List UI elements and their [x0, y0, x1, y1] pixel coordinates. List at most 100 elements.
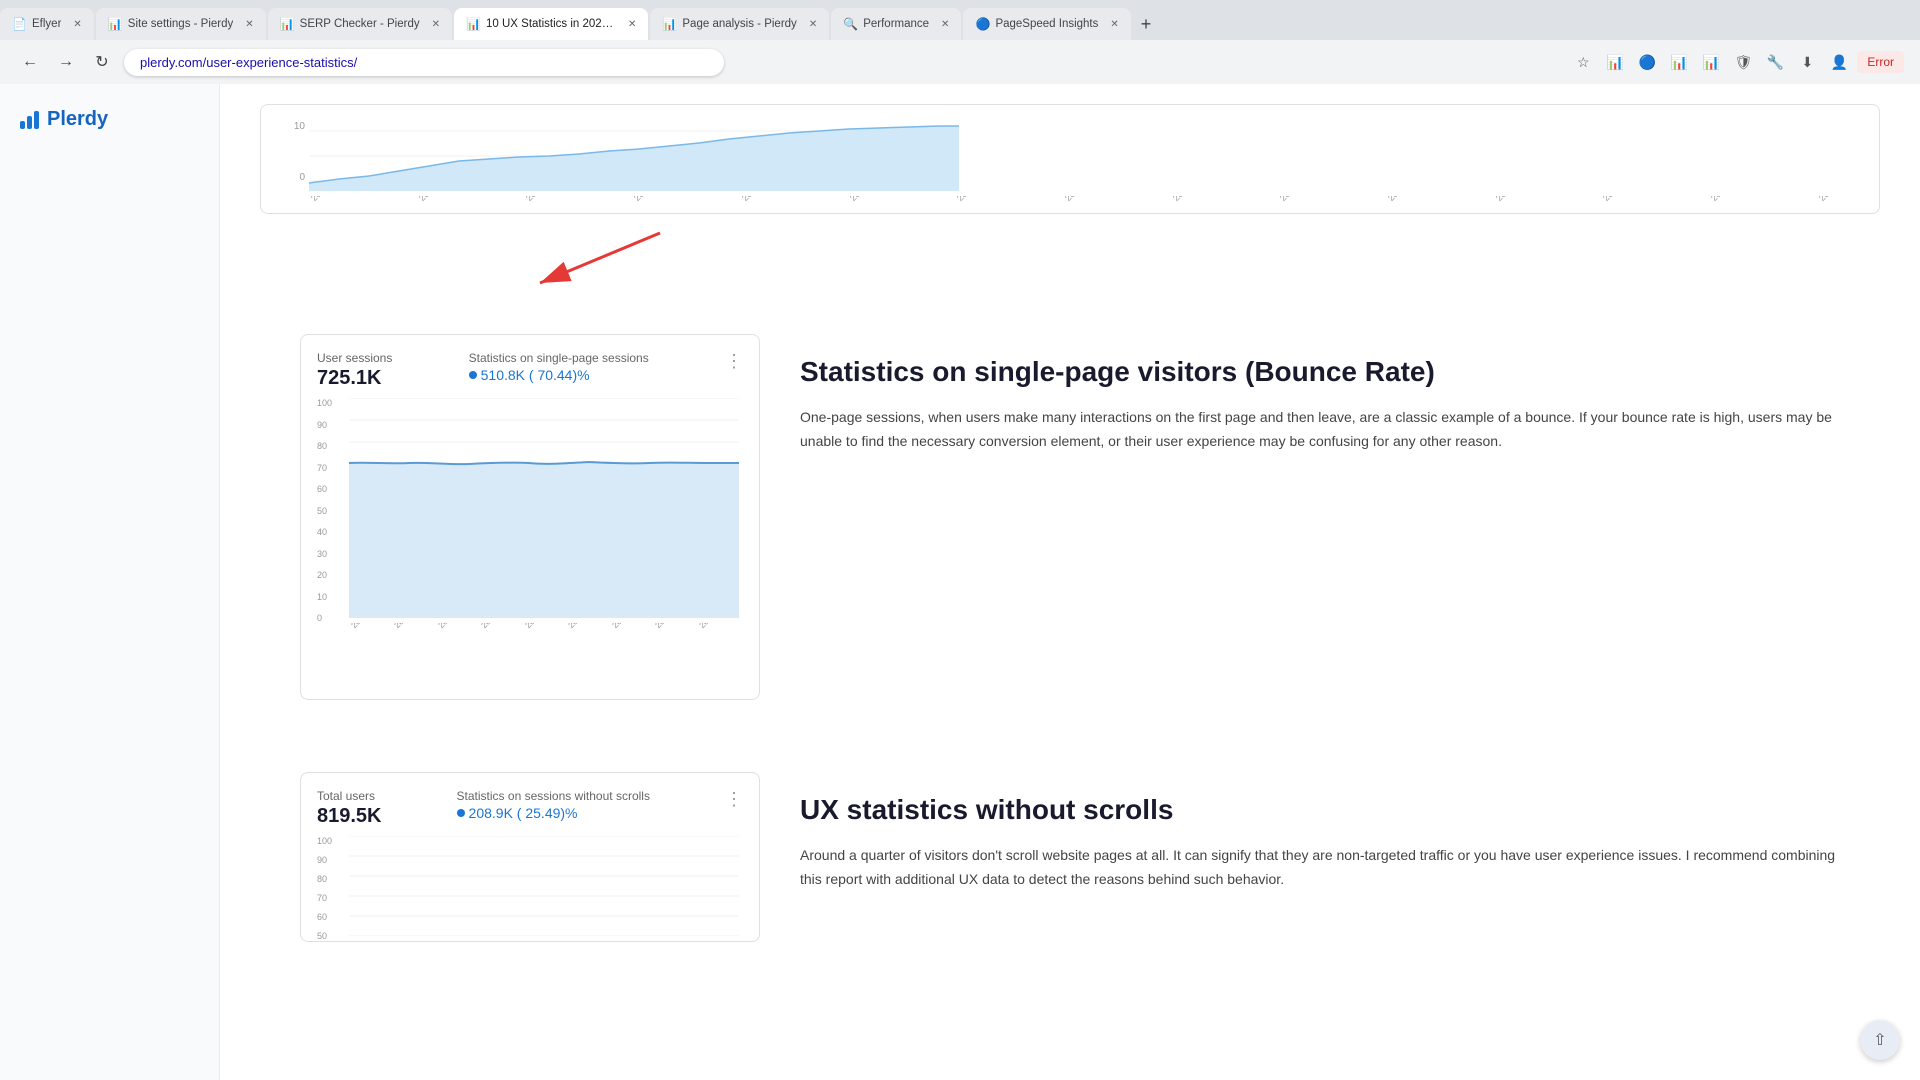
bookmark-icon[interactable]: ☆: [1569, 48, 1597, 76]
bounce-stat2-label: Statistics on single-page sessions: [469, 351, 649, 365]
top-x-label-6: 2024-06-28: [955, 196, 1026, 214]
bounce-y-60: 60: [317, 484, 345, 494]
bounce-chart-menu[interactable]: ⋮: [725, 351, 743, 372]
forward-button[interactable]: →: [52, 48, 80, 76]
top-x-label-11: 2024-07-08: [1494, 196, 1565, 214]
bounce-y-20: 20: [317, 570, 345, 580]
bounce-stat2-value: 510.8K ( 70.44)%: [469, 367, 649, 383]
bounce-chart-stat1: User sessions 725.1K: [317, 351, 392, 390]
ns-y-90: 90: [317, 855, 345, 865]
no-scrolls-stat2-value: 208.9K ( 25.49)%: [457, 805, 650, 821]
tab-site-settings-close[interactable]: ✕: [245, 19, 253, 30]
back-button[interactable]: ←: [16, 48, 44, 76]
tab-eflyer-close[interactable]: ✕: [73, 19, 81, 30]
no-scrolls-title: UX statistics without scrolls: [800, 792, 1840, 828]
bounce-stat2-text: 510.8K ( 70.44)%: [481, 367, 590, 383]
bounce-y-30: 30: [317, 549, 345, 559]
bounce-y-70: 70: [317, 463, 345, 473]
top-x-label-2: 2024-06-20: [524, 196, 595, 214]
top-chart-area: [309, 126, 959, 191]
no-scrolls-svg: [349, 836, 739, 936]
serp-favicon: 📊: [280, 17, 294, 31]
scroll-to-top-button[interactable]: ⇧: [1860, 1020, 1900, 1060]
bounce-y-80: 80: [317, 441, 345, 451]
download-icon[interactable]: ⬇: [1793, 48, 1821, 76]
toolbar-right: ☆ 📊 🔵 📊 📊 🛡 🔧 ⬇ 👤 Error: [1569, 48, 1904, 76]
error-button[interactable]: Error: [1857, 51, 1904, 73]
plerdy-ext2-icon[interactable]: 📊: [1665, 48, 1693, 76]
tab-serp-label: SERP Checker - Pierdy: [300, 18, 420, 30]
profile-icon[interactable]: 👤: [1825, 48, 1853, 76]
tab-site-settings-label: Site settings - Pierdy: [128, 18, 233, 30]
top-x-label-7: 2024-06-30: [1063, 196, 1134, 214]
no-scrolls-chart-card: Total users 819.5K Statistics on session…: [300, 772, 760, 942]
bounce-rate-description: One-page sessions, when users make many …: [800, 406, 1840, 454]
tab-ux-close[interactable]: ✕: [628, 19, 636, 30]
browser-chrome: 📄 Eflyer ✕ 📊 Site settings - Pierdy ✕ 📊 …: [0, 0, 1920, 84]
logo-bars-icon: [20, 111, 39, 129]
bar2: [27, 116, 32, 129]
top-chart-y-10: 10: [277, 121, 305, 132]
top-x-label-8: 2024-07-02: [1171, 196, 1242, 214]
tab-page-analysis-close[interactable]: ✕: [809, 19, 817, 30]
top-chart-svg-area: 2024-06-16 2024-06-18 2024-06-20 2024-06…: [309, 121, 1863, 214]
tab-pagespeed[interactable]: 🔵 PageSpeed Insights ✕: [963, 8, 1130, 40]
tab-eflyer-label: Eflyer: [32, 18, 61, 30]
top-chart-y-0: 0: [277, 172, 305, 183]
bounce-x-labels: 2024-06-16 2024-06-18 2024-06-20 2024-06…: [349, 623, 739, 683]
no-scrolls-stat1: Total users 819.5K: [317, 789, 382, 828]
tab-serp-close[interactable]: ✕: [432, 19, 440, 30]
plerdy-logo[interactable]: Plerdy: [20, 108, 199, 131]
no-scrolls-chart-col: Total users 819.5K Statistics on session…: [300, 772, 760, 966]
bounce-chart-svg-wrap: 2024-06-16 2024-06-18 2024-06-20 2024-06…: [349, 398, 743, 683]
bounce-rate-chart-card: User sessions 725.1K Statistics on singl…: [300, 334, 760, 700]
ext-puzzle-icon[interactable]: 🔧: [1761, 48, 1789, 76]
top-chart-card: 10 0: [260, 104, 1880, 214]
main-content: 10 0: [220, 84, 1920, 1080]
top-x-label-13: 2024-07-12: [1709, 196, 1780, 214]
site-settings-favicon: 📊: [108, 17, 122, 31]
tab-ux-statistics[interactable]: 📊 10 UX Statistics in 2024 – Pi... ✕: [454, 8, 648, 40]
url-input[interactable]: [124, 49, 724, 76]
page-analysis-favicon: 📊: [662, 17, 676, 31]
bounce-y-labels: 100 90 80 70 60 50 40 30 20 10 0: [317, 398, 345, 683]
top-chart-x-labels: 2024-06-16 2024-06-18 2024-06-20 2024-06…: [309, 196, 1863, 214]
top-x-label-3: 2024-06-22: [632, 196, 703, 214]
no-scrolls-text-col: UX statistics without scrolls Around a q…: [800, 772, 1840, 892]
performance-favicon: 🔍: [843, 17, 857, 31]
reload-button[interactable]: ↻: [88, 48, 116, 76]
bounce-y-40: 40: [317, 527, 345, 537]
tab-pagespeed-close[interactable]: ✕: [1110, 19, 1118, 30]
no-scrolls-chart-area: 100 90 80 70 60 50: [317, 836, 743, 941]
bounce-y-100: 100: [317, 398, 345, 408]
tab-page-analysis[interactable]: 📊 Page analysis - Pierdy ✕: [650, 8, 829, 40]
bounce-chart-stat2: Statistics on single-page sessions 510.8…: [469, 351, 649, 383]
no-scrolls-stat-dot: [457, 809, 465, 817]
bounce-chart-svg: [349, 398, 739, 618]
arrow-container: [260, 238, 1880, 308]
no-scrolls-section: Total users 819.5K Statistics on session…: [260, 756, 1880, 982]
no-scrolls-chart-menu[interactable]: ⋮: [725, 789, 743, 810]
tab-serp-checker[interactable]: 📊 SERP Checker - Pierdy ✕: [268, 8, 452, 40]
bar1: [20, 121, 25, 129]
shield-icon[interactable]: 🛡: [1729, 48, 1757, 76]
tab-bar: 📄 Eflyer ✕ 📊 Site settings - Pierdy ✕ 📊 …: [0, 0, 1920, 40]
tab-eflyer[interactable]: 📄 Eflyer ✕: [0, 8, 94, 40]
arrow-line: [540, 233, 660, 283]
bounce-y-50: 50: [317, 506, 345, 516]
tab-performance-close[interactable]: ✕: [941, 19, 949, 30]
plerdy-ext-icon[interactable]: 📊: [1601, 48, 1629, 76]
bounce-stat1-label: User sessions: [317, 351, 392, 365]
no-scrolls-y-labels: 100 90 80 70 60 50: [317, 836, 345, 941]
ns-y-60: 60: [317, 912, 345, 922]
tab-performance[interactable]: 🔍 Performance ✕: [831, 8, 961, 40]
no-scrolls-chart-header: Total users 819.5K Statistics on session…: [317, 789, 743, 828]
plerdy-ext3-icon[interactable]: 📊: [1697, 48, 1725, 76]
bounce-area-fill: [349, 462, 739, 618]
new-tab-button[interactable]: +: [1133, 14, 1160, 35]
tab-page-analysis-label: Page analysis - Pierdy: [682, 18, 796, 30]
chrome-ext-icon[interactable]: 🔵: [1633, 48, 1661, 76]
tab-site-settings[interactable]: 📊 Site settings - Pierdy ✕: [96, 8, 266, 40]
top-x-label-12: 2024-07-10: [1601, 196, 1672, 214]
address-bar: ← → ↻ ☆ 📊 🔵 📊 📊 🛡 🔧 ⬇ 👤 Error: [0, 40, 1920, 84]
